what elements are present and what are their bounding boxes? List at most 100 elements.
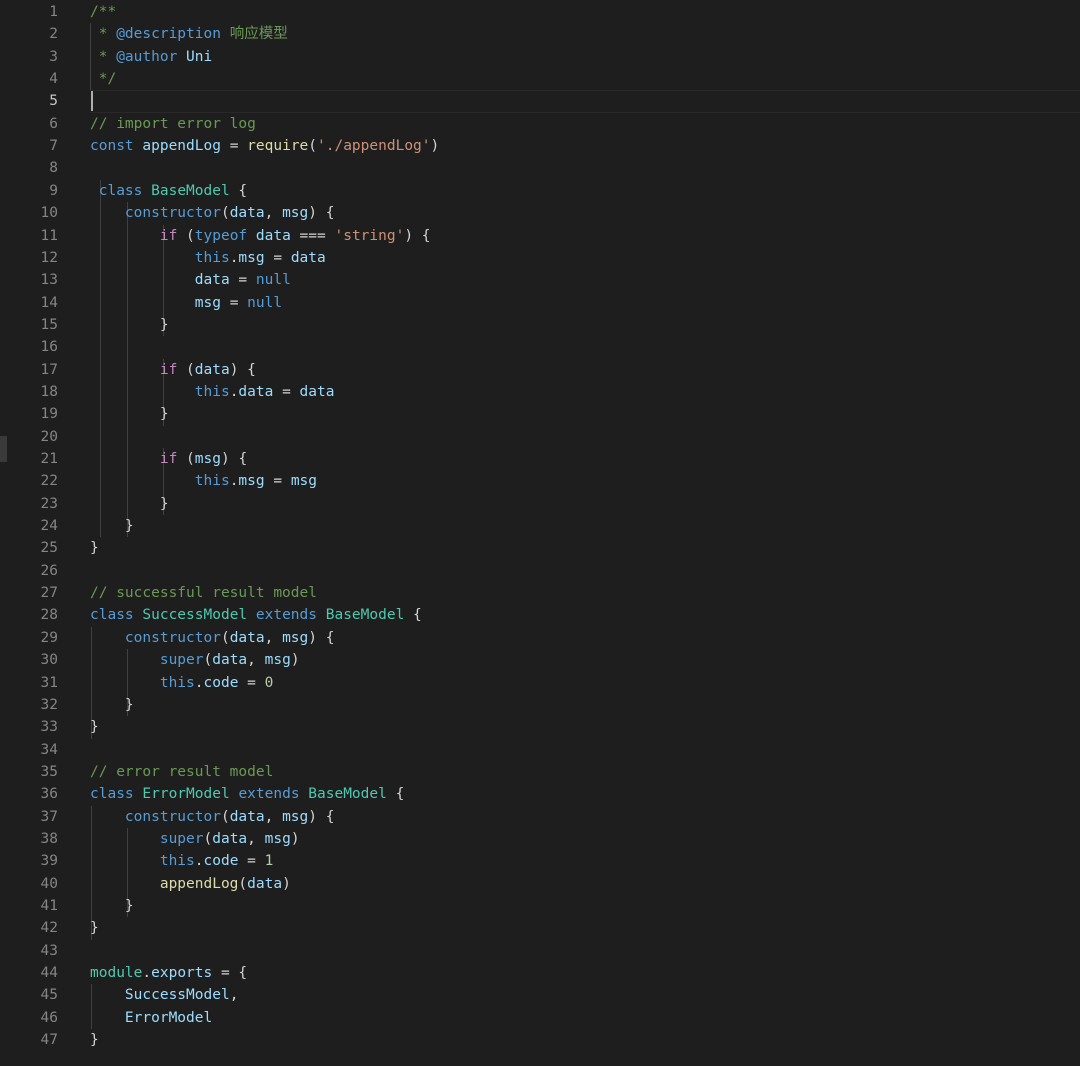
code-token: null — [255, 272, 291, 289]
code-area[interactable]: /** * @description 响应模型 * @author Uni */… — [90, 0, 1080, 1066]
code-token: data — [229, 808, 265, 825]
code-token: data — [194, 361, 230, 378]
code-token: msg — [194, 294, 221, 311]
code-token: BaseModel — [151, 182, 230, 199]
code-token: data — [212, 652, 248, 669]
code-line[interactable]: super(data, msg) — [90, 828, 300, 850]
code-token: // import error log — [90, 115, 256, 132]
code-line[interactable]: } — [90, 917, 99, 939]
code-token: // successful result model — [90, 585, 317, 602]
code-line[interactable]: appendLog(data) — [90, 873, 291, 895]
code-line[interactable]: * @description 响应模型 — [90, 23, 288, 45]
code-line[interactable]: ErrorModel — [90, 1007, 212, 1029]
code-token: = { — [212, 965, 248, 982]
code-token: ErrorModel — [124, 1009, 213, 1026]
code-token: data — [299, 383, 335, 400]
code-token: } — [90, 406, 169, 423]
code-line[interactable]: this.code = 0 — [90, 672, 274, 694]
code-token: @author — [116, 48, 178, 65]
code-line[interactable]: // error result model — [90, 761, 273, 783]
line-number: 28 — [40, 607, 58, 624]
line-number: 29 — [40, 629, 58, 646]
line-number-gutter: 1 2 3 4 5 6 7 8 9 10 11 12 13 14 15 16 17 18 19 20 21 22 23 24 2… — [0, 0, 75, 1066]
code-line[interactable]: /** — [90, 1, 116, 23]
code-line[interactable]: SuccessModel, — [90, 984, 239, 1006]
code-line[interactable]: if (data) { — [90, 359, 256, 381]
code-line[interactable]: super(data, msg) — [90, 649, 300, 671]
code-line[interactable]: } — [90, 1029, 99, 1051]
code-line[interactable]: } — [90, 403, 169, 425]
code-token: . — [194, 674, 204, 691]
line-number: 12 — [40, 249, 58, 266]
code-line[interactable]: } — [90, 537, 99, 559]
code-line[interactable]: */ — [90, 68, 116, 90]
code-line[interactable]: } — [90, 694, 134, 716]
code-line[interactable]: class ErrorModel extends BaseModel { — [90, 783, 404, 805]
line-number: 30 — [40, 652, 58, 669]
code-line[interactable]: } — [90, 493, 169, 515]
code-line[interactable]: * @author Uni — [90, 46, 213, 68]
text-cursor — [91, 91, 93, 112]
code-line[interactable]: // import error log — [90, 113, 256, 135]
code-token: , — [264, 205, 283, 222]
line-number: 4 — [49, 71, 58, 88]
code-line[interactable]: if (typeof data === 'string') { — [90, 225, 431, 247]
code-token: ( — [177, 227, 195, 244]
line-number: 18 — [40, 383, 58, 400]
code-line[interactable]: constructor(data, msg) { — [90, 627, 335, 649]
code-token: if — [159, 451, 178, 467]
code-line[interactable]: class SuccessModel extends BaseModel { — [90, 604, 422, 626]
line-number: 32 — [40, 696, 58, 713]
code-token: } — [90, 719, 99, 736]
code-line[interactable]: this.code = 1 — [90, 850, 274, 872]
code-token: class — [90, 786, 134, 803]
code-token: data — [229, 205, 265, 222]
code-line[interactable]: msg = null — [90, 292, 282, 314]
code-token: code — [203, 674, 239, 691]
code-token: = — [220, 138, 248, 155]
code-line[interactable]: module.exports = { — [90, 962, 247, 984]
code-token: msg — [290, 473, 318, 490]
code-token: exports — [151, 965, 213, 982]
code-token: data — [255, 227, 291, 244]
code-token: { — [229, 182, 248, 199]
code-line[interactable]: const appendLog = require('./appendLog') — [90, 135, 439, 157]
code-line[interactable]: if (msg) { — [90, 448, 247, 470]
code-token: 1 — [264, 853, 274, 870]
code-editor[interactable]: 1 2 3 4 5 6 7 8 9 10 11 12 13 14 15 16 17 18 19 20 21 22 23 24 2… — [0, 0, 1080, 1066]
line-number: 3 — [49, 48, 58, 65]
code-token: this — [194, 249, 230, 266]
code-token: . — [142, 965, 152, 982]
code-line[interactable]: data = null — [90, 269, 291, 291]
code-line[interactable]: this.msg = data — [90, 247, 326, 269]
code-line[interactable]: this.msg = msg — [90, 470, 317, 492]
line-number: 46 — [40, 1009, 58, 1026]
code-line[interactable]: this.data = data — [90, 381, 335, 403]
code-line[interactable]: } — [90, 515, 134, 537]
code-line[interactable]: } — [90, 895, 134, 917]
code-line[interactable]: constructor(data, msg) { — [90, 806, 335, 828]
scrollbar-marker[interactable] — [0, 436, 7, 462]
code-line[interactable]: } — [90, 314, 169, 336]
code-line[interactable]: constructor(data, msg) { — [90, 202, 335, 224]
code-token: ( — [220, 629, 230, 646]
line-number: 40 — [40, 875, 58, 892]
code-token: msg — [194, 451, 221, 467]
code-token: SuccessModel — [142, 607, 248, 624]
code-line[interactable]: } — [90, 716, 99, 738]
code-token: code — [203, 853, 239, 870]
code-line[interactable]: // successful result model — [90, 582, 317, 604]
code-token: = — [220, 294, 248, 311]
code-token: msg — [264, 652, 291, 669]
code-line[interactable]: class BaseModel { — [90, 180, 247, 202]
line-number: 43 — [40, 942, 58, 959]
code-token: msg — [238, 473, 265, 490]
